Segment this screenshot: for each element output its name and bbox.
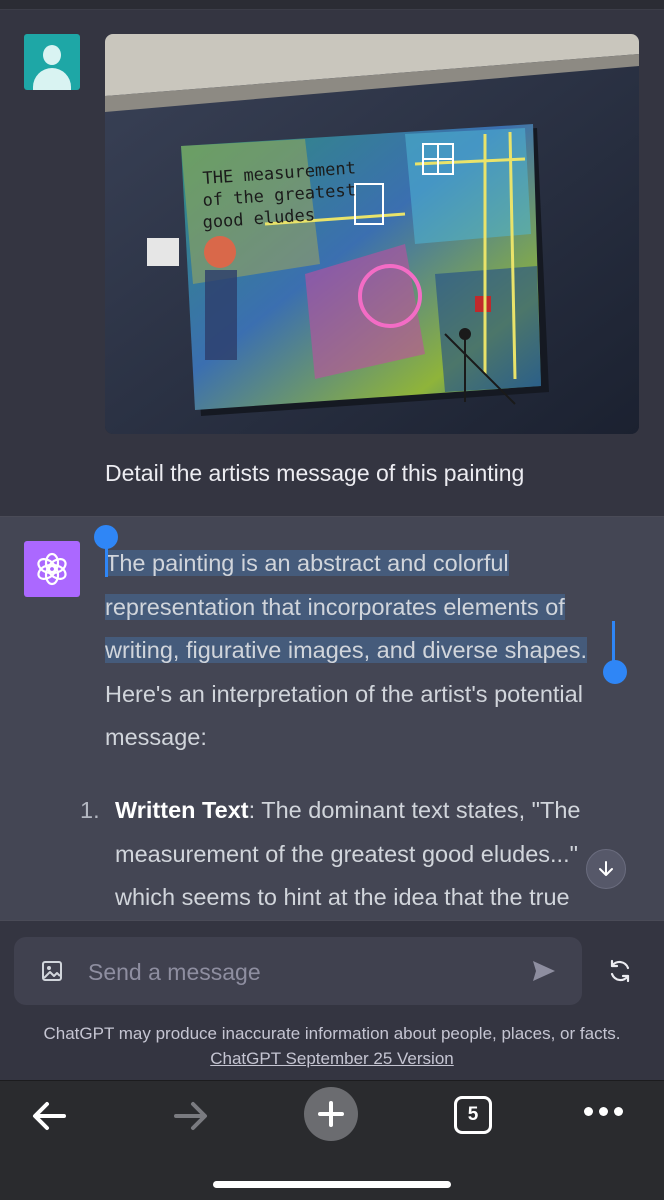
plus-icon [318, 1101, 344, 1127]
selection-start-caret [105, 545, 108, 577]
new-tab-button[interactable] [304, 1087, 358, 1141]
user-avatar-icon [24, 34, 80, 90]
assistant-paragraph[interactable]: The painting is an abstract and colorful… [105, 542, 625, 760]
more-dots-icon[interactable] [584, 1107, 623, 1116]
composer-area: Send a message ChatGPT may produce inacc… [0, 920, 664, 1080]
selection-end-caret [612, 621, 615, 661]
message-placeholder: Send a message [88, 959, 261, 985]
browser-toolbar: 5 [0, 1080, 664, 1200]
assistant-message: The painting is an abstract and colorful… [0, 517, 664, 920]
refresh-icon[interactable] [606, 957, 634, 990]
image-icon[interactable] [40, 959, 64, 988]
home-indicator [213, 1181, 451, 1188]
list-number: 1. [80, 797, 100, 823]
list-item-body: Written Text: The dominant text states, … [115, 789, 620, 920]
list-item-title: Written Text [115, 797, 249, 823]
arrow-right-icon[interactable] [172, 1099, 210, 1138]
disclaimer-text: ChatGPT may produce inaccurate informati… [43, 1024, 621, 1043]
tab-count-button[interactable]: 5 [454, 1096, 492, 1134]
user-message-text: Detail the artists message of this paint… [105, 460, 525, 486]
paragraph-rest: Here's an interpretation of the artist's… [105, 680, 583, 751]
message-input[interactable]: Send a message [14, 937, 582, 1005]
arrow-left-icon[interactable] [30, 1099, 68, 1138]
painting-image[interactable]: THE measurement of the greatest good elu… [105, 34, 639, 434]
disclaimer: ChatGPT may produce inaccurate informati… [0, 1021, 664, 1071]
top-edge [0, 0, 664, 10]
scroll-to-bottom-button[interactable] [586, 849, 626, 889]
openai-logo-icon [24, 541, 80, 597]
arrow-down-icon [599, 861, 613, 876]
user-message: THE measurement of the greatest good elu… [0, 10, 664, 516]
selected-text[interactable]: The painting is an abstract and colorful… [105, 550, 587, 663]
version-link[interactable]: ChatGPT September 25 Version [210, 1046, 454, 1071]
send-icon[interactable] [530, 957, 558, 990]
selection-end-handle[interactable] [603, 660, 627, 684]
